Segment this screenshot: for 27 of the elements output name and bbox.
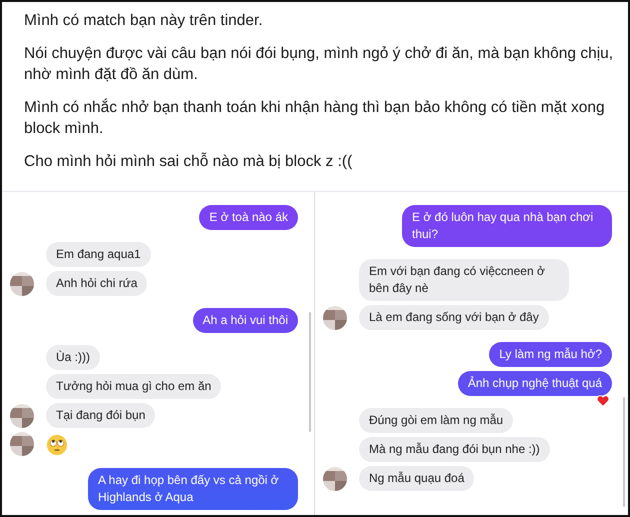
- avatar-icon[interactable]: [10, 432, 34, 456]
- post-paragraph: Cho mình hỏi mình sai chỗ nào mà bị block z :((: [24, 152, 354, 172]
- post-paragraph: Mình có nhắc nhở bạn thanh toán khi nhận hàng thì bạn bảo không có tiền mặt xong block mình.: [24, 98, 606, 139]
- avatar-icon[interactable]: [323, 467, 347, 491]
- avatar-icon[interactable]: [323, 306, 347, 330]
- message-bubble: Em đang aqua1: [46, 242, 151, 267]
- message-bubble: Em với bạn đang có việccneen ở bên đây nè: [359, 259, 569, 301]
- message-bubble: Là em đang sống với bạn ở đây: [359, 305, 549, 330]
- post-paragraph: Nói chuyện được vài câu bạn nói đói bụng, mình ngỏ ý chở đi ăn, mà bạn không chịu, nhờ mình đặt đồ ăn dùm.: [24, 44, 614, 85]
- avatar-icon[interactable]: [10, 404, 34, 428]
- message-bubble: E ở toà nào ák: [199, 205, 298, 230]
- message-bubble: Ảnh chụp nghệ thuật quá: [458, 371, 612, 396]
- message-bubble: E ở đó luôn hay qua nhà bạn chơi thui?: [402, 205, 612, 247]
- post-paragraph: Mình có match bạn này trên tinder.: [24, 11, 264, 31]
- message-bubble: Ly làm ng mẫu hở?: [489, 342, 612, 367]
- message-bubble: Ùa :))): [46, 345, 100, 370]
- scrollbar[interactable]: [309, 312, 311, 432]
- message-bubble: A hay đi họp bên đấy vs cả ngồi ở Highlands ở Aqua: [88, 468, 298, 510]
- avatar-icon[interactable]: [10, 272, 34, 296]
- message-bubble: Ah a hỏi vui thôi: [192, 308, 298, 333]
- message-bubble: Tưởng hỏi mua gì cho em ăn: [46, 374, 222, 399]
- scrollbar[interactable]: [623, 397, 625, 507]
- message-bubble: Anh hỏi chi rứa: [46, 271, 148, 296]
- message-bubble: Tại đang đói bụn: [46, 403, 156, 428]
- message-bubble: Đúng gòi em làm ng mẫu: [359, 408, 514, 433]
- message-bubble: Ng mẫu quạu đoá: [359, 466, 474, 491]
- message-bubble: Mà ng mẫu đang đói bụn nhe :)): [359, 437, 550, 462]
